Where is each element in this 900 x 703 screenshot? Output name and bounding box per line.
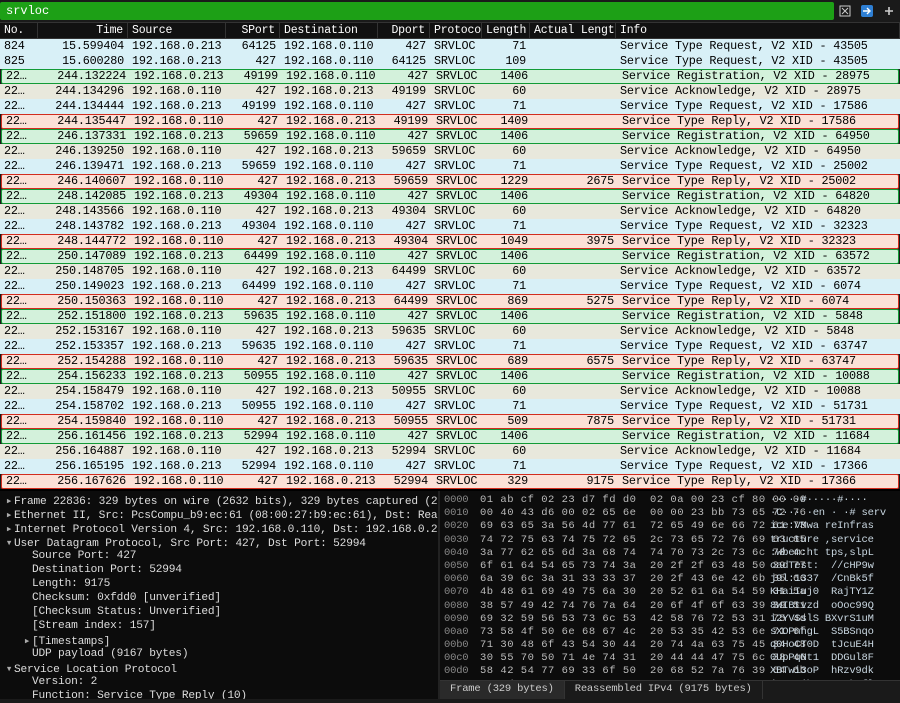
column-header-source[interactable]: Source <box>128 23 226 38</box>
packet-row[interactable]: 22…256.164887192.168.0.110427192.168.0.2… <box>0 444 900 459</box>
column-header-protocol[interactable]: Protocol <box>430 23 482 38</box>
tree-node[interactable]: UDP payload (9167 bytes) <box>4 648 434 662</box>
display-filter-input[interactable] <box>0 2 834 20</box>
hex-row[interactable]: 00b071 30 48 6f 43 54 30 44 20 74 4a 63 … <box>444 639 900 652</box>
caret-right-icon[interactable]: ▸ <box>4 494 14 508</box>
packet-row[interactable]: 22…254.156233192.168.0.21350955192.168.0… <box>1 369 899 384</box>
tree-node[interactable]: Length: 9175 <box>4 578 434 592</box>
packet-row[interactable]: 22…252.154288192.168.0.110427192.168.0.2… <box>1 354 899 369</box>
packet-row[interactable]: 22…248.143782192.168.0.21349304192.168.0… <box>0 219 900 234</box>
hex-tab-frame[interactable]: Frame (329 bytes) <box>440 681 565 699</box>
filter-apply-icon[interactable] <box>857 2 877 20</box>
packet-row[interactable]: 22…250.147089192.168.0.21364499192.168.0… <box>1 249 899 264</box>
tree-node[interactable]: ▸Frame 22836: 329 bytes on wire (2632 bi… <box>4 494 434 508</box>
hex-row[interactable]: 00606a 39 6c 3a 31 33 33 37 20 2f 43 6e … <box>444 573 900 586</box>
column-header-actual-length[interactable]: Actual Length <box>530 23 616 38</box>
column-header-no[interactable]: No. <box>0 23 38 38</box>
packet-details-tree[interactable]: ▸Frame 22836: 329 bytes on wire (2632 bi… <box>0 491 440 699</box>
hex-row[interactable]: 009069 32 59 56 53 73 6c 53 42 58 76 72 … <box>444 613 900 626</box>
column-header-info[interactable]: Info <box>616 23 900 38</box>
hex-row[interactable]: 001000 40 43 d6 00 02 65 6e 00 00 23 bb … <box>444 507 900 520</box>
hex-row[interactable]: 00704b 48 61 69 49 75 6a 30 20 52 61 6a … <box>444 586 900 599</box>
packet-row[interactable]: 22…252.151800192.168.0.21359635192.168.0… <box>1 309 899 324</box>
packet-row[interactable]: 22…248.143566192.168.0.110427192.168.0.2… <box>0 204 900 219</box>
hex-row[interactable]: 002069 63 65 3a 56 4d 77 61 72 65 49 6e … <box>444 520 900 533</box>
tree-node[interactable]: ▾User Datagram Protocol, Src Port: 427, … <box>4 536 434 550</box>
packet-row[interactable]: 22…244.132224192.168.0.21349199192.168.0… <box>1 69 899 84</box>
packet-row[interactable]: 22…246.137331192.168.0.21359659192.168.0… <box>1 129 899 144</box>
packet-row[interactable]: 22…246.140607192.168.0.110427192.168.0.2… <box>1 174 899 189</box>
hex-tab-reassembled[interactable]: Reassembled IPv4 (9175 bytes) <box>565 681 763 699</box>
caret-right-icon[interactable]: ▸ <box>4 508 14 522</box>
packet-row[interactable]: 82415.599404192.168.0.21364125192.168.0.… <box>0 39 900 54</box>
packet-row[interactable]: 22…250.149023192.168.0.21364499192.168.0… <box>0 279 900 294</box>
caret-right-icon[interactable]: ▸ <box>4 522 14 536</box>
tree-node[interactable]: ▸Internet Protocol Version 4, Src: 192.1… <box>4 522 434 536</box>
packet-list-header: No. Time Source SPort Destination Dport … <box>0 23 900 39</box>
packet-row[interactable]: 82515.600280192.168.0.213427192.168.0.11… <box>0 54 900 69</box>
display-filter-bar <box>0 0 900 23</box>
tree-node[interactable]: ▸Ethernet II, Src: PcsCompu_b9:ec:61 (08… <box>4 508 434 522</box>
hex-row[interactable]: 00a073 58 4f 50 6e 68 67 4c 20 53 35 42 … <box>444 626 900 639</box>
caret-down-icon[interactable]: ▾ <box>4 536 14 550</box>
packet-row[interactable]: 22…246.139471192.168.0.21359659192.168.0… <box>0 159 900 174</box>
filter-bookmark-icon[interactable] <box>879 2 899 20</box>
packet-row[interactable]: 22…256.165195192.168.0.21352994192.168.0… <box>0 459 900 474</box>
packet-row[interactable]: 22…250.150363192.168.0.110427192.168.0.2… <box>1 294 899 309</box>
tree-node[interactable]: [Stream index: 157] <box>4 620 434 634</box>
hex-row[interactable]: 00c030 55 70 50 71 4e 74 31 20 44 44 47 … <box>444 652 900 665</box>
hex-row[interactable]: 003074 72 75 63 74 75 72 65 2c 73 65 72 … <box>444 534 900 547</box>
packet-row[interactable]: 22…256.161456192.168.0.21352994192.168.0… <box>1 429 899 444</box>
packet-bytes-pane[interactable]: 000001 ab cf 02 23 d7 fd d0 02 0a 00 23 … <box>440 491 900 699</box>
caret-right-icon[interactable]: ▸ <box>22 634 32 648</box>
hex-tabs: Frame (329 bytes) Reassembled IPv4 (9175… <box>440 680 900 699</box>
column-header-time[interactable]: Time <box>38 23 128 38</box>
packet-row[interactable]: 22…254.158702192.168.0.21350955192.168.0… <box>0 399 900 414</box>
column-header-sport[interactable]: SPort <box>226 23 280 38</box>
tree-node[interactable]: [Checksum Status: Unverified] <box>4 606 434 620</box>
packet-row[interactable]: 22…246.139250192.168.0.110427192.168.0.2… <box>0 144 900 159</box>
packet-row[interactable]: 22…244.135447192.168.0.110427192.168.0.2… <box>1 114 899 129</box>
hex-row[interactable]: 00506f 61 64 54 65 73 74 3a 20 2f 2f 63 … <box>444 560 900 573</box>
hex-row[interactable]: 00403a 77 62 65 6d 3a 68 74 74 70 73 2c … <box>444 547 900 560</box>
caret-down-icon[interactable]: ▾ <box>4 662 14 676</box>
tree-node[interactable]: Destination Port: 52994 <box>4 564 434 578</box>
hex-row[interactable]: 00d058 42 54 77 69 33 6f 50 20 68 52 7a … <box>444 665 900 678</box>
tree-node[interactable]: Checksum: 0xfdd0 [unverified] <box>4 592 434 606</box>
packet-row[interactable]: 22…248.142085192.168.0.21349304192.168.0… <box>1 189 899 204</box>
filter-clear-icon[interactable] <box>835 2 855 20</box>
details-panes: ▸Frame 22836: 329 bytes on wire (2632 bi… <box>0 489 900 699</box>
packet-row[interactable]: 22…254.159840192.168.0.110427192.168.0.2… <box>1 414 899 429</box>
packet-list[interactable]: 82415.599404192.168.0.21364125192.168.0.… <box>0 39 900 489</box>
packet-row[interactable]: 22…252.153357192.168.0.21359635192.168.0… <box>0 339 900 354</box>
packet-row[interactable]: 22…252.153167192.168.0.110427192.168.0.2… <box>0 324 900 339</box>
hex-row[interactable]: 000001 ab cf 02 23 d7 fd d0 02 0a 00 23 … <box>444 494 900 507</box>
packet-row[interactable]: 22…244.134296192.168.0.110427192.168.0.2… <box>0 84 900 99</box>
packet-row[interactable]: 22…248.144772192.168.0.110427192.168.0.2… <box>1 234 899 249</box>
packet-row[interactable]: 22…244.134444192.168.0.21349199192.168.0… <box>0 99 900 114</box>
packet-row[interactable]: 22…250.148705192.168.0.110427192.168.0.2… <box>0 264 900 279</box>
packet-row[interactable]: 22…254.158479192.168.0.110427192.168.0.2… <box>0 384 900 399</box>
tree-node[interactable]: Function: Service Type Reply (10) <box>4 690 434 699</box>
column-header-dport[interactable]: Dport <box>378 23 430 38</box>
tree-node[interactable]: ▸[Timestamps] <box>4 634 434 648</box>
hex-row[interactable]: 008038 57 49 42 74 76 7a 64 20 6f 4f 6f … <box>444 600 900 613</box>
tree-node[interactable]: Version: 2 <box>4 676 434 690</box>
packet-row[interactable]: 22…256.167626192.168.0.110427192.168.0.2… <box>1 474 899 489</box>
tree-node[interactable]: Source Port: 427 <box>4 550 434 564</box>
column-header-length[interactable]: Length <box>482 23 530 38</box>
tree-node[interactable]: ▾Service Location Protocol <box>4 662 434 676</box>
column-header-destination[interactable]: Destination <box>280 23 378 38</box>
